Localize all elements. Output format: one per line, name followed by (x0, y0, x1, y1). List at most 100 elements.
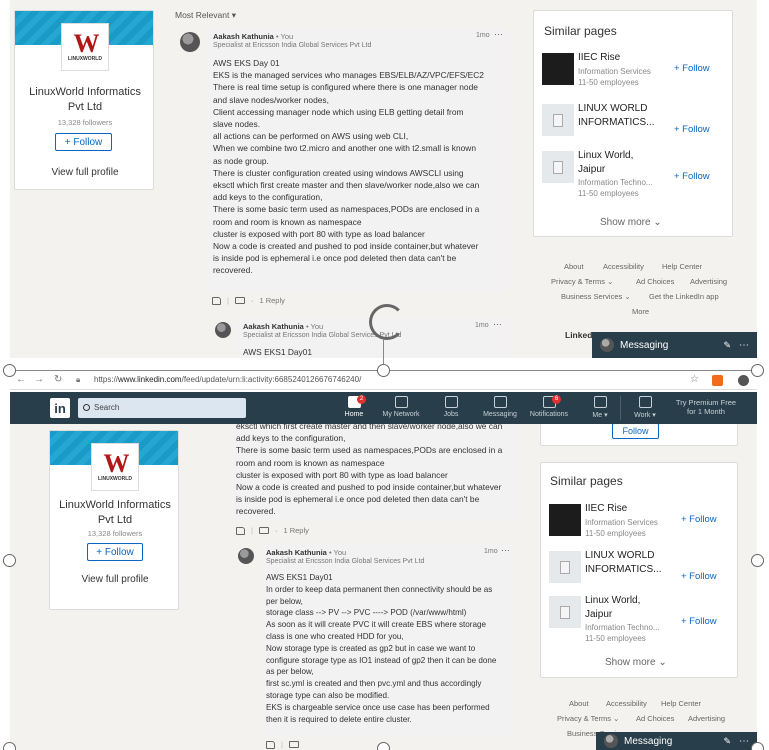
reload-icon[interactable]: ↻ (54, 374, 62, 385)
similar-page-name[interactable]: Linux World, Jaipur (578, 149, 633, 177)
company-name[interactable]: LinuxWorld Informatics Pvt Ltd (16, 85, 154, 115)
like-icon[interactable] (266, 740, 275, 749)
reply-count-link[interactable]: 1 Reply (283, 526, 308, 535)
similar-page-name[interactable]: IIEC Rise (585, 502, 627, 516)
messaging-bar[interactable]: Messaging ✎ ⋯ (596, 732, 757, 750)
similar-page-item[interactable]: LINUX WORLD INFORMATICS... + Follow (541, 549, 737, 597)
footer-more[interactable]: More (632, 307, 649, 316)
compose-icon[interactable]: ✎ (723, 736, 731, 747)
similar-page-logo[interactable] (542, 104, 574, 136)
footer-help[interactable]: Help Center (661, 699, 701, 708)
footer-about[interactable]: About (569, 699, 589, 708)
footer-advertising[interactable]: Advertising (690, 277, 727, 286)
resize-handle-top-center[interactable] (377, 364, 390, 377)
more-options-icon[interactable]: ⋯ (501, 545, 510, 556)
nav-item-messaging[interactable]: Messaging (475, 395, 525, 418)
sort-dropdown[interactable]: Most Relevant ▾ (175, 10, 236, 21)
resize-handle-top-left[interactable] (3, 364, 16, 377)
show-more-button[interactable]: Show more ⌄ (605, 657, 667, 668)
nav-item-me[interactable]: Me ▾ (575, 395, 625, 419)
company-follow-button[interactable]: + Follow (87, 543, 143, 561)
reply-author[interactable]: Aakash Kathunia • You (266, 548, 346, 557)
forward-icon[interactable]: → (34, 374, 44, 385)
nav-item-notifications[interactable]: Notifications 6 (524, 395, 574, 418)
similar-page-follow-button[interactable]: + Follow (674, 171, 710, 182)
linkedin-logo-icon[interactable]: in (50, 398, 70, 418)
like-icon[interactable] (212, 296, 221, 305)
similar-page-logo[interactable] (542, 151, 574, 183)
similar-page-name[interactable]: Linux World, Jaipur (585, 594, 640, 622)
view-profile-link[interactable]: View full profile (46, 574, 184, 585)
company-follow-button[interactable]: + Follow (55, 133, 112, 151)
similar-page-follow-button[interactable]: + Follow (674, 63, 710, 74)
similar-page-item[interactable]: IIEC Rise Information Services 11-50 emplo… (541, 502, 737, 550)
similar-page-follow-button[interactable]: + Follow (681, 616, 717, 627)
similar-page-item[interactable]: Linux World, Jaipur Information Techno... 1… (534, 149, 732, 198)
more-options-icon[interactable]: ⋯ (493, 319, 502, 330)
comment-avatar[interactable] (180, 32, 200, 52)
company-logo[interactable]: W LINUXWORLD (61, 23, 109, 71)
footer-ad-choices[interactable]: Ad Choices (636, 714, 674, 723)
footer-app[interactable]: Get the LinkedIn app (649, 292, 719, 301)
footer-ad-choices[interactable]: Ad Choices (636, 277, 674, 286)
similar-page-name[interactable]: LINUX WORLD INFORMATICS... (585, 549, 661, 577)
footer-help[interactable]: Help Center (662, 262, 702, 271)
similar-page-logo[interactable] (549, 504, 581, 536)
back-icon[interactable]: ← (16, 374, 26, 385)
more-icon[interactable]: ⋯ (739, 736, 749, 747)
similar-page-name[interactable]: IIEC Rise (578, 51, 620, 65)
more-options-icon[interactable]: ⋯ (494, 29, 503, 40)
reply-icon[interactable] (288, 741, 299, 748)
show-more-button[interactable]: Show more ⌄ (600, 217, 662, 228)
reply-icon[interactable] (258, 527, 269, 534)
like-icon[interactable] (236, 526, 245, 535)
similar-page-logo[interactable] (549, 551, 581, 583)
more-icon[interactable]: ⋯ (739, 340, 749, 351)
premium-link[interactable]: Try Premium Free for 1 Month (666, 398, 746, 416)
similar-page-item[interactable]: IIEC Rise Information Services 11-50 emplo… (534, 51, 732, 99)
similar-page-logo[interactable] (542, 53, 574, 85)
similar-page-name[interactable]: LINUX WORLD INFORMATICS... (578, 102, 654, 130)
messaging-bar[interactable]: Messaging ✎ ⋯ (592, 332, 757, 358)
follow-button[interactable]: Follow (612, 423, 659, 439)
footer-advertising[interactable]: Advertising (688, 714, 725, 723)
reply-avatar[interactable] (238, 548, 254, 564)
comment-author[interactable]: Aakash Kathunia • You (213, 32, 293, 41)
resize-handle-top-right[interactable] (751, 364, 764, 377)
company-logo[interactable]: W LINUXWORLD (91, 443, 139, 491)
footer-privacy[interactable]: Privacy & Terms ⌄ (551, 277, 613, 286)
bookmark-star-icon[interactable]: ☆ (690, 374, 699, 385)
footer-privacy[interactable]: Privacy & Terms ⌄ (557, 714, 619, 723)
resize-handle-bottom-center[interactable] (377, 742, 390, 750)
nav-item-work[interactable]: Work ▾ (620, 395, 670, 419)
footer-business[interactable]: Business Services ⌄ (561, 292, 631, 301)
footer-about[interactable]: About (564, 262, 584, 271)
similar-page-item[interactable]: Linux World, Jaipur Information Techno... 1… (541, 594, 737, 643)
similar-page-logo[interactable] (549, 596, 581, 628)
nav-item-jobs[interactable]: Jobs (426, 395, 476, 418)
similar-page-follow-button[interactable]: + Follow (681, 514, 717, 525)
url-field[interactable]: https://www.linkedin.com/feed/update/urn… (94, 375, 361, 384)
profile-avatar-icon[interactable] (738, 375, 749, 386)
reply-icon[interactable] (234, 297, 245, 304)
similar-page-follow-button[interactable]: + Follow (681, 571, 717, 582)
footer-accessibility[interactable]: Accessibility (606, 699, 647, 708)
footer-accessibility[interactable]: Accessibility (603, 262, 644, 271)
reply-author[interactable]: Aakash Kathunia • You (243, 322, 323, 331)
resize-handle-bottom-left[interactable] (3, 742, 16, 750)
reply-count-link[interactable]: 1 Reply (259, 296, 284, 305)
nav-item-home[interactable]: Home 2 (329, 395, 379, 418)
similar-page-follow-button[interactable]: + Follow (674, 124, 710, 135)
resize-handle-bottom-right[interactable] (751, 742, 764, 750)
search-input[interactable]: Search (78, 398, 246, 418)
similar-page-item[interactable]: LINUX WORLD INFORMATICS... + Follow (534, 102, 732, 150)
resize-handle-middle-right[interactable] (751, 554, 764, 567)
company-name[interactable]: LinuxWorld Informatics Pvt Ltd (46, 498, 184, 528)
nav-item-my-network[interactable]: My Network (376, 395, 426, 418)
resize-handle-middle-left[interactable] (3, 554, 16, 567)
extension-icon[interactable] (712, 375, 723, 386)
reply-avatar[interactable] (215, 322, 231, 338)
comment-actions: | · 1 Reply (236, 526, 309, 535)
compose-icon[interactable]: ✎ (723, 340, 731, 351)
view-profile-link[interactable]: View full profile (16, 167, 154, 178)
